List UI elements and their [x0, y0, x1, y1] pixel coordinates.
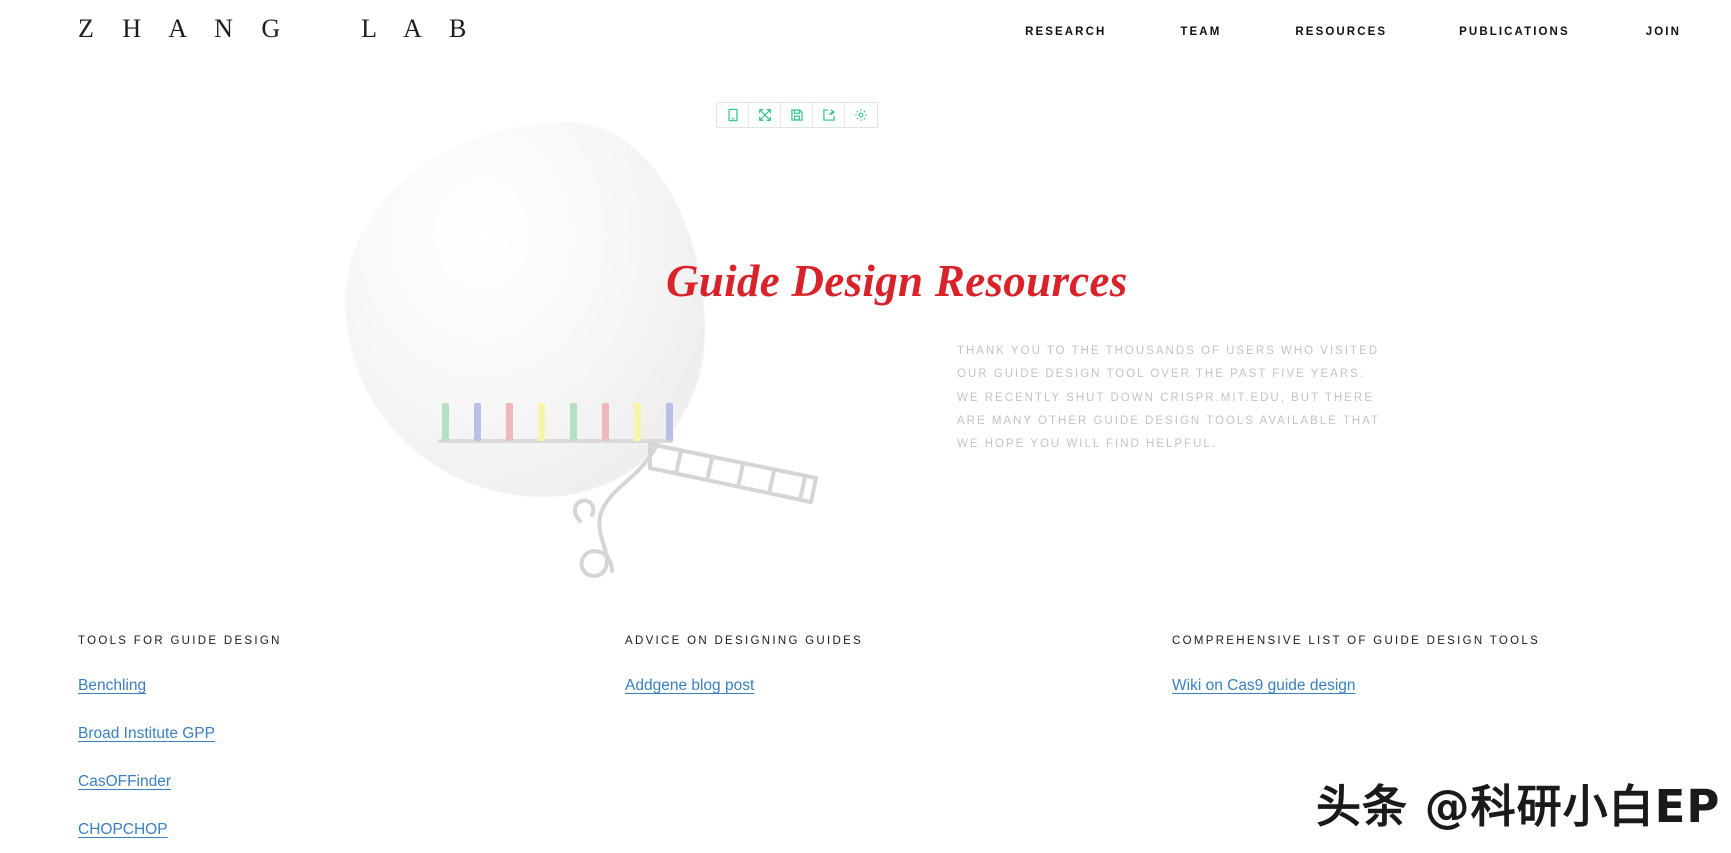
share-export-icon [822, 108, 836, 122]
base-tick [634, 403, 641, 441]
rna-hairpin-tail [573, 445, 658, 578]
nav-item-join[interactable]: JOIN [1646, 22, 1681, 42]
site-header: Z H A N G L A B RESEARCH TEAM RESOURCES … [0, 0, 1731, 62]
link-wiki-on-cas9-guide-design[interactable]: Wiki on Cas9 guide design [1172, 677, 1356, 695]
device-preview-icon [726, 108, 740, 122]
nav-item-publications[interactable]: PUBLICATIONS [1459, 22, 1570, 42]
column-heading: TOOLS FOR GUIDE DESIGN [78, 635, 282, 647]
column-advice-on-designing-guides: ADVICE ON DESIGNING GUIDES Addgene blog … [625, 635, 863, 725]
base-tick [570, 403, 577, 441]
site-logo[interactable]: Z H A N G L A B [78, 14, 477, 44]
page-root: Z H A N G L A B RESEARCH TEAM RESOURCES … [0, 0, 1731, 853]
share-button[interactable] [813, 103, 845, 127]
nav-item-resources[interactable]: RESOURCES [1295, 22, 1387, 42]
link-broad-institute-gpp[interactable]: Broad Institute GPP [78, 725, 215, 743]
base-tick [506, 403, 513, 441]
nav-item-research[interactable]: RESEARCH [1025, 22, 1106, 42]
device-preview-button[interactable] [717, 103, 749, 127]
base-tick [602, 403, 609, 441]
settings-button[interactable] [845, 103, 877, 127]
fullscreen-button[interactable] [749, 103, 781, 127]
nav-item-team[interactable]: TEAM [1180, 22, 1221, 42]
link-addgene-blog-post[interactable]: Addgene blog post [625, 677, 754, 695]
link-casoffinder[interactable]: CasOFFinder [78, 773, 171, 791]
save-button[interactable] [781, 103, 813, 127]
settings-gear-icon [854, 108, 868, 122]
hero-description: THANK YOU TO THE THOUSANDS OF USERS WHO … [957, 345, 1380, 451]
column-heading: COMPREHENSIVE LIST OF GUIDE DESIGN TOOLS [1172, 635, 1541, 647]
save-icon [790, 108, 804, 122]
link-chopchop[interactable]: CHOPCHOP [78, 821, 168, 839]
fullscreen-expand-icon [758, 108, 772, 122]
watermark: 头条 @科研小白EP [1316, 780, 1721, 833]
column-comprehensive-list: COMPREHENSIVE LIST OF GUIDE DESIGN TOOLS… [1172, 635, 1540, 725]
base-tick [538, 403, 545, 441]
link-benchling[interactable]: Benchling [78, 677, 146, 695]
column-heading: ADVICE ON DESIGNING GUIDES [625, 635, 864, 647]
crispr-guide-rna-diagram [420, 390, 890, 590]
base-tick [474, 403, 481, 441]
base-tick [442, 403, 449, 441]
editor-toolbar [716, 102, 878, 128]
column-tools-for-guide-design: TOOLS FOR GUIDE DESIGN Benchling Broad I… [78, 635, 282, 853]
main-navigation: RESEARCH TEAM RESOURCES PUBLICATIONS JOI… [1025, 22, 1713, 42]
page-title: Guide Design Resources [666, 256, 1128, 306]
